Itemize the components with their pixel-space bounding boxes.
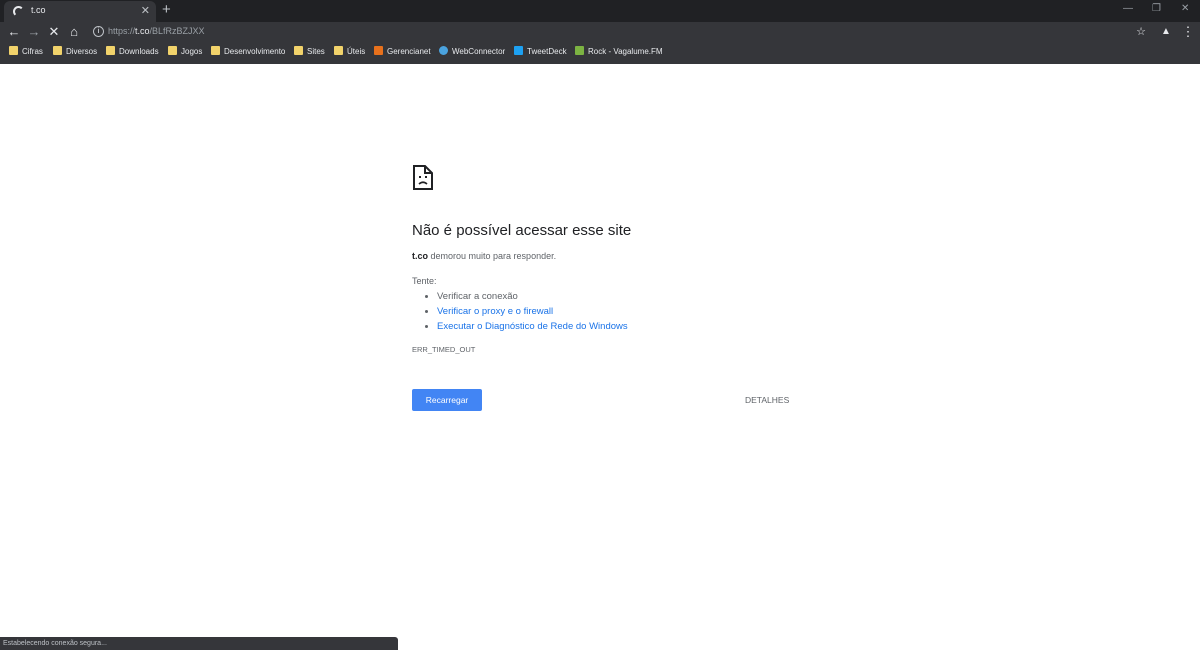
- bookmark-item[interactable]: Cifras: [9, 46, 43, 58]
- bookmark-label: Gerencianet: [387, 47, 431, 56]
- bookmark-label: Úteis: [347, 47, 366, 56]
- folder-icon: [106, 46, 115, 55]
- network-diagnostics-link[interactable]: Executar o Diagnóstico de Rede do Window…: [437, 321, 628, 332]
- bookmark-label: WebConnector: [452, 47, 506, 56]
- bookmark-label: Downloads: [119, 47, 159, 56]
- tweetdeck-icon: [514, 46, 523, 55]
- bookmark-label: Diversos: [66, 47, 98, 56]
- error-code: ERR_TIMED_OUT: [412, 345, 476, 354]
- folder-icon: [168, 46, 177, 55]
- bookmark-item[interactable]: WebConnector: [439, 46, 505, 58]
- bookmark-label: TweetDeck: [527, 47, 567, 56]
- suggestion-item: Executar o Diagnóstico de Rede do Window…: [437, 319, 628, 334]
- error-host: t.co: [412, 251, 429, 261]
- gerencianet-icon: [374, 46, 383, 55]
- folder-icon: [211, 46, 220, 55]
- bookmark-label: Sites: [307, 47, 325, 56]
- error-description-text: demorou muito para responder.: [428, 251, 557, 261]
- address-bar[interactable]: i https://t.co/BLfRzBZJXX: [90, 24, 1120, 41]
- maximize-button[interactable]: ❐: [1152, 3, 1161, 14]
- close-window-button[interactable]: ✕: [1181, 3, 1189, 14]
- reload-button[interactable]: Recarregar: [412, 389, 482, 411]
- bookmark-label: Cifras: [22, 47, 43, 56]
- bookmark-item[interactable]: Downloads: [106, 46, 159, 58]
- loading-spinner-icon: [13, 6, 24, 17]
- tab-active[interactable]: t.co ✕: [4, 1, 156, 22]
- folder-icon: [53, 46, 62, 55]
- bookmark-star-icon[interactable]: ☆: [1133, 24, 1149, 40]
- bookmark-label: Rock - Vagalume.FM: [588, 47, 663, 56]
- webconnector-icon: [439, 46, 448, 55]
- bookmark-label: Desenvolvimento: [224, 47, 286, 56]
- details-button[interactable]: DETALHES: [745, 395, 789, 405]
- url-path: /BLfRzBZJXX: [149, 26, 205, 36]
- error-description: t.co demorou muito para responder.: [412, 251, 556, 261]
- incognito-profile-icon[interactable]: ▲: [1158, 24, 1174, 40]
- menu-icon[interactable]: ⋮: [1180, 24, 1196, 40]
- url-scheme: https://: [108, 26, 136, 36]
- new-tab-button[interactable]: +: [162, 2, 171, 18]
- tab-title: t.co: [31, 5, 46, 15]
- bookmark-item[interactable]: Rock - Vagalume.FM: [575, 46, 663, 58]
- bookmark-item[interactable]: Diversos: [53, 46, 97, 58]
- bookmark-item[interactable]: Desenvolvimento: [211, 46, 285, 58]
- url-host: t.co: [135, 26, 150, 36]
- stop-loading-icon[interactable]: ✕: [46, 24, 62, 40]
- suggestion-item: Verificar o proxy e o firewall: [437, 304, 628, 319]
- bookmark-item[interactable]: Jogos: [168, 46, 202, 58]
- minimize-button[interactable]: —: [1123, 3, 1133, 14]
- bookmark-item[interactable]: Sites: [294, 46, 325, 58]
- sad-page-icon: [413, 165, 433, 190]
- suggestion-item: Verificar a conexão: [437, 289, 628, 304]
- try-label: Tente:: [412, 276, 437, 286]
- error-title: Não é possível acessar esse site: [412, 222, 632, 239]
- toolbar: ← → ✕ ⌂ i https://t.co/BLfRzBZJXX ☆ ▲ ⋮: [0, 22, 1200, 42]
- bookmarks-bar: Cifras Diversos Downloads Jogos Desenvol…: [0, 43, 1200, 61]
- bookmark-item[interactable]: Gerencianet: [374, 46, 431, 58]
- back-arrow-icon[interactable]: ←: [6, 24, 22, 40]
- bookmark-item[interactable]: Úteis: [334, 46, 365, 58]
- folder-icon: [334, 46, 343, 55]
- bookmark-item[interactable]: TweetDeck: [514, 46, 567, 58]
- site-info-icon[interactable]: i: [93, 26, 104, 37]
- address-url[interactable]: https://t.co/BLfRzBZJXX: [108, 26, 205, 36]
- folder-icon: [294, 46, 303, 55]
- tab-close-icon[interactable]: ✕: [141, 4, 150, 18]
- browser-chrome: t.co ✕ + — ❐ ✕ ← → ✕ ⌂ i https://t.co/BL…: [0, 0, 1200, 64]
- bookmark-label: Jogos: [181, 47, 203, 56]
- status-bar: Estabelecendo conexão segura...: [0, 637, 398, 650]
- forward-arrow-icon[interactable]: →: [26, 24, 42, 40]
- vagalume-icon: [575, 46, 584, 55]
- home-icon[interactable]: ⌂: [66, 24, 82, 40]
- tab-strip: t.co ✕ + — ❐ ✕: [0, 0, 1200, 22]
- suggestions-list: Verificar a conexão Verificar o proxy e …: [412, 289, 628, 334]
- proxy-firewall-link[interactable]: Verificar o proxy e o firewall: [437, 306, 553, 317]
- folder-icon: [9, 46, 18, 55]
